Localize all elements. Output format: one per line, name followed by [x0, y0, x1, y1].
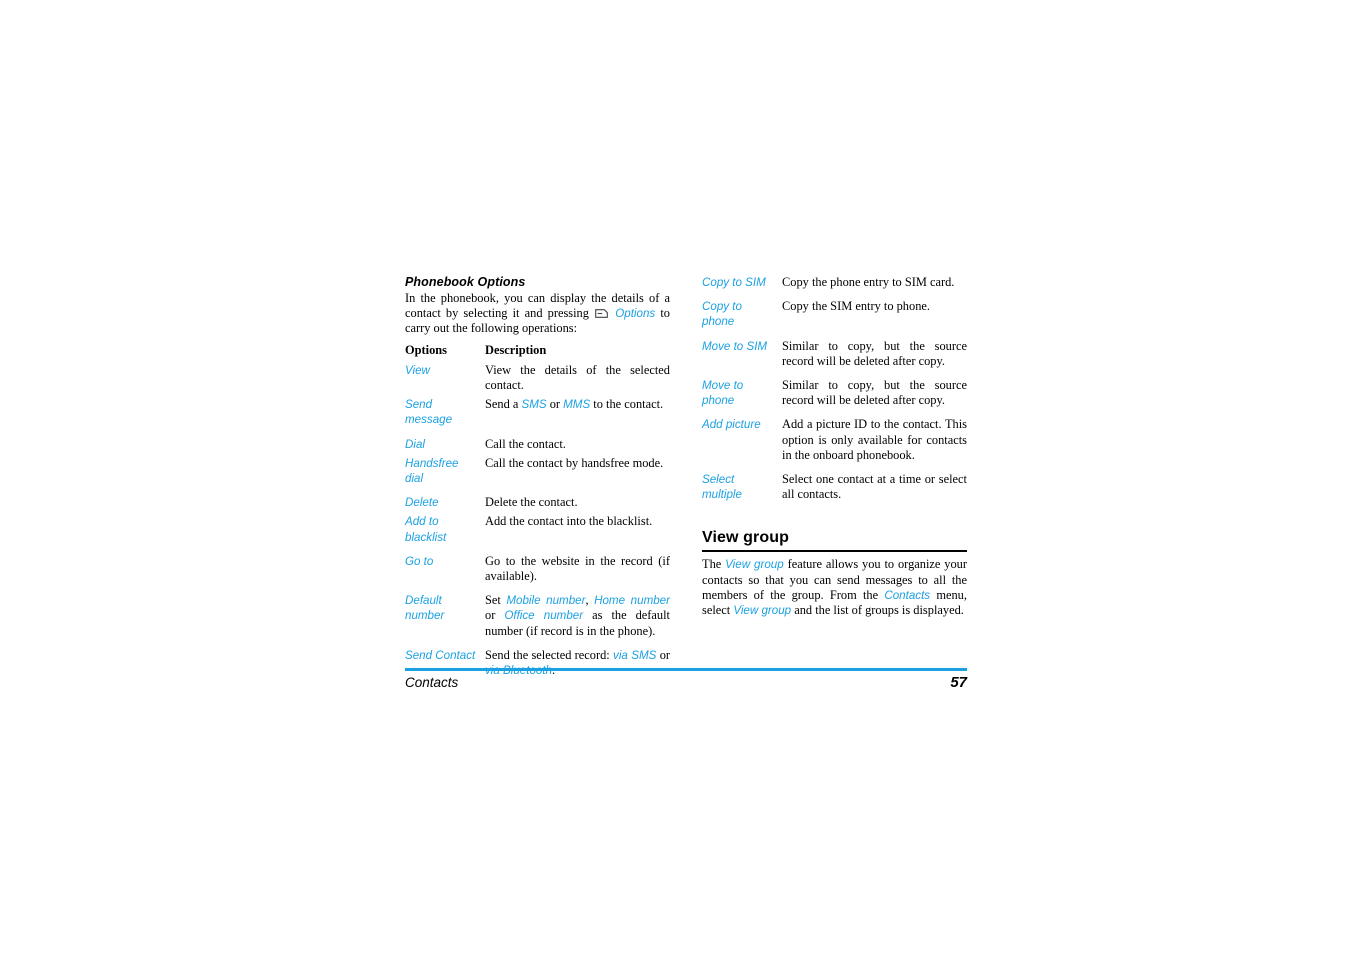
paragraph-text: The [702, 557, 726, 572]
table-row: View View the details of the selected co… [405, 363, 670, 397]
phonebook-options-intro-paragraph: In the phonebook, you can display the de… [405, 291, 670, 337]
option-desc-move-to-sim: Similar to copy, but the source record w… [782, 338, 967, 368]
table-row: Copy to SIM Copy the phone entry to SIM … [702, 275, 967, 299]
ui-term-via-sms: via SMS [613, 648, 657, 662]
view-group-section-heading: View group [702, 529, 789, 547]
option-term-delete: Delete [405, 496, 439, 510]
option-term-default-number: Default number [405, 594, 445, 623]
two-column-layout: Phonebook Options In the phonebook, you … [405, 275, 967, 687]
option-term-add-to-blacklist: Add to blacklist [405, 515, 447, 544]
footer-chapter-name: Contacts [405, 675, 459, 690]
ui-term-view-group: View group [725, 558, 784, 572]
table-header-row: Options Description [405, 343, 670, 363]
table-row: Send message Send a SMS or MMS to the co… [405, 397, 670, 436]
ui-term-mms: MMS [563, 398, 591, 412]
table-row: Delete Delete the contact. [405, 495, 670, 514]
table-body: View View the details of the selected co… [405, 363, 670, 687]
table-row: Add to blacklist Add the contact into th… [405, 514, 670, 553]
phonebook-options-table: Options Description View View the detail… [405, 343, 670, 688]
option-desc-send-message: Send a SMS or MMS to the contact. [485, 397, 670, 436]
option-term-dial: Dial [405, 437, 425, 451]
option-term-copy-to-sim: Copy to SIM [702, 276, 766, 289]
option-desc-copy-to-phone: Copy the SIM entry to phone. [782, 299, 930, 314]
option-desc-default-number: Set Mobile number, Home number or Office… [485, 593, 670, 648]
option-term-go-to: Go to [405, 554, 434, 568]
paragraph-text: and the list of groups is displayed. [791, 603, 964, 618]
view-group-paragraph: The View group feature allows you to org… [702, 557, 967, 618]
left-column: Phonebook Options In the phonebook, you … [405, 275, 670, 687]
option-desc-move-to-phone: Similar to copy, but the source record w… [782, 378, 967, 408]
option-term-view: View [405, 363, 430, 377]
table-row: Go to Go to the website in the record (i… [405, 554, 670, 593]
option-term-handsfree-dial: Handsfree dial [405, 456, 459, 486]
option-term-add-picture: Add picture [702, 418, 761, 432]
ui-term-sms: SMS [521, 398, 547, 412]
section-heading-rule [702, 550, 967, 553]
option-desc-dial: Call the contact. [485, 436, 566, 451]
table-header: Options Description [405, 343, 670, 363]
ui-term-contacts: Contacts [884, 588, 931, 602]
table-row: Copy to phone Copy the SIM entry to phon… [702, 299, 967, 338]
option-desc-select-multiple: Select one contact at a time or select a… [782, 472, 967, 502]
table-row: Handsfree dial Call the contact by hands… [405, 456, 670, 495]
table-body-continued: Copy to SIM Copy the phone entry to SIM … [702, 275, 967, 511]
footer-rule [405, 668, 967, 671]
desc-text: , [585, 593, 595, 608]
desc-text: Set [485, 593, 507, 608]
option-term-copy-to-phone: Copy to phone [702, 300, 742, 329]
option-desc-add-to-blacklist: Add the contact into the blacklist. [485, 514, 653, 529]
right-column: Copy to SIM Copy the phone entry to SIM … [702, 275, 967, 687]
table-row: Add picture Add a picture ID to the cont… [702, 417, 967, 472]
table-row: Default number Set Mobile number, Home n… [405, 593, 670, 648]
softkey-options-icon [595, 307, 608, 318]
option-desc-add-picture: Add a picture ID to the contact. This op… [782, 417, 967, 462]
column-header-options: Options [405, 342, 448, 357]
ui-term-mobile-number: Mobile number [506, 594, 586, 608]
column-header-description: Description [485, 342, 547, 357]
ui-term-view-group-2: View group [733, 604, 792, 618]
ui-term-office-number: Office number [504, 609, 584, 623]
option-desc-view: View the details of the selected contact… [485, 362, 670, 393]
manual-page-content: Phonebook Options In the phonebook, you … [405, 275, 967, 687]
desc-text: or [656, 647, 671, 662]
option-desc-delete: Delete the contact. [485, 495, 578, 510]
intro-ui-term-options: Options [615, 307, 656, 321]
table-row: Select multiple Select one contact at a … [702, 472, 967, 511]
table-row: Dial Call the contact. [405, 437, 670, 456]
table-row: Move to SIM Similar to copy, but the sou… [702, 339, 967, 378]
phonebook-options-subheading: Phonebook Options [405, 275, 526, 289]
page-footer: Contacts 57 [405, 668, 967, 691]
desc-text: Send the selected record: [485, 647, 614, 662]
footer-page-number: 57 [950, 674, 967, 691]
option-desc-go-to: Go to the website in the record (if avai… [485, 553, 670, 584]
option-term-move-to-phone: Move to phone [702, 379, 744, 408]
option-term-move-to-sim: Move to SIM [702, 339, 768, 353]
table-row: Move to phone Similar to copy, but the s… [702, 378, 967, 417]
desc-text: or [546, 397, 564, 412]
ui-term-home-number: Home number [594, 594, 670, 608]
option-desc-handsfree-dial: Call the contact by handsfree mode. [485, 455, 664, 470]
desc-text: or [485, 608, 505, 623]
option-desc-copy-to-sim: Copy the phone entry to SIM card. [782, 275, 955, 289]
option-term-send-message: Send message [405, 398, 453, 427]
desc-text: Send a [485, 397, 522, 412]
option-term-select-multiple: Select multiple [702, 473, 742, 502]
phonebook-options-table-continued: Copy to SIM Copy the phone entry to SIM … [702, 275, 967, 511]
footer-row: Contacts 57 [405, 674, 967, 691]
desc-text: to the contact. [590, 397, 664, 412]
